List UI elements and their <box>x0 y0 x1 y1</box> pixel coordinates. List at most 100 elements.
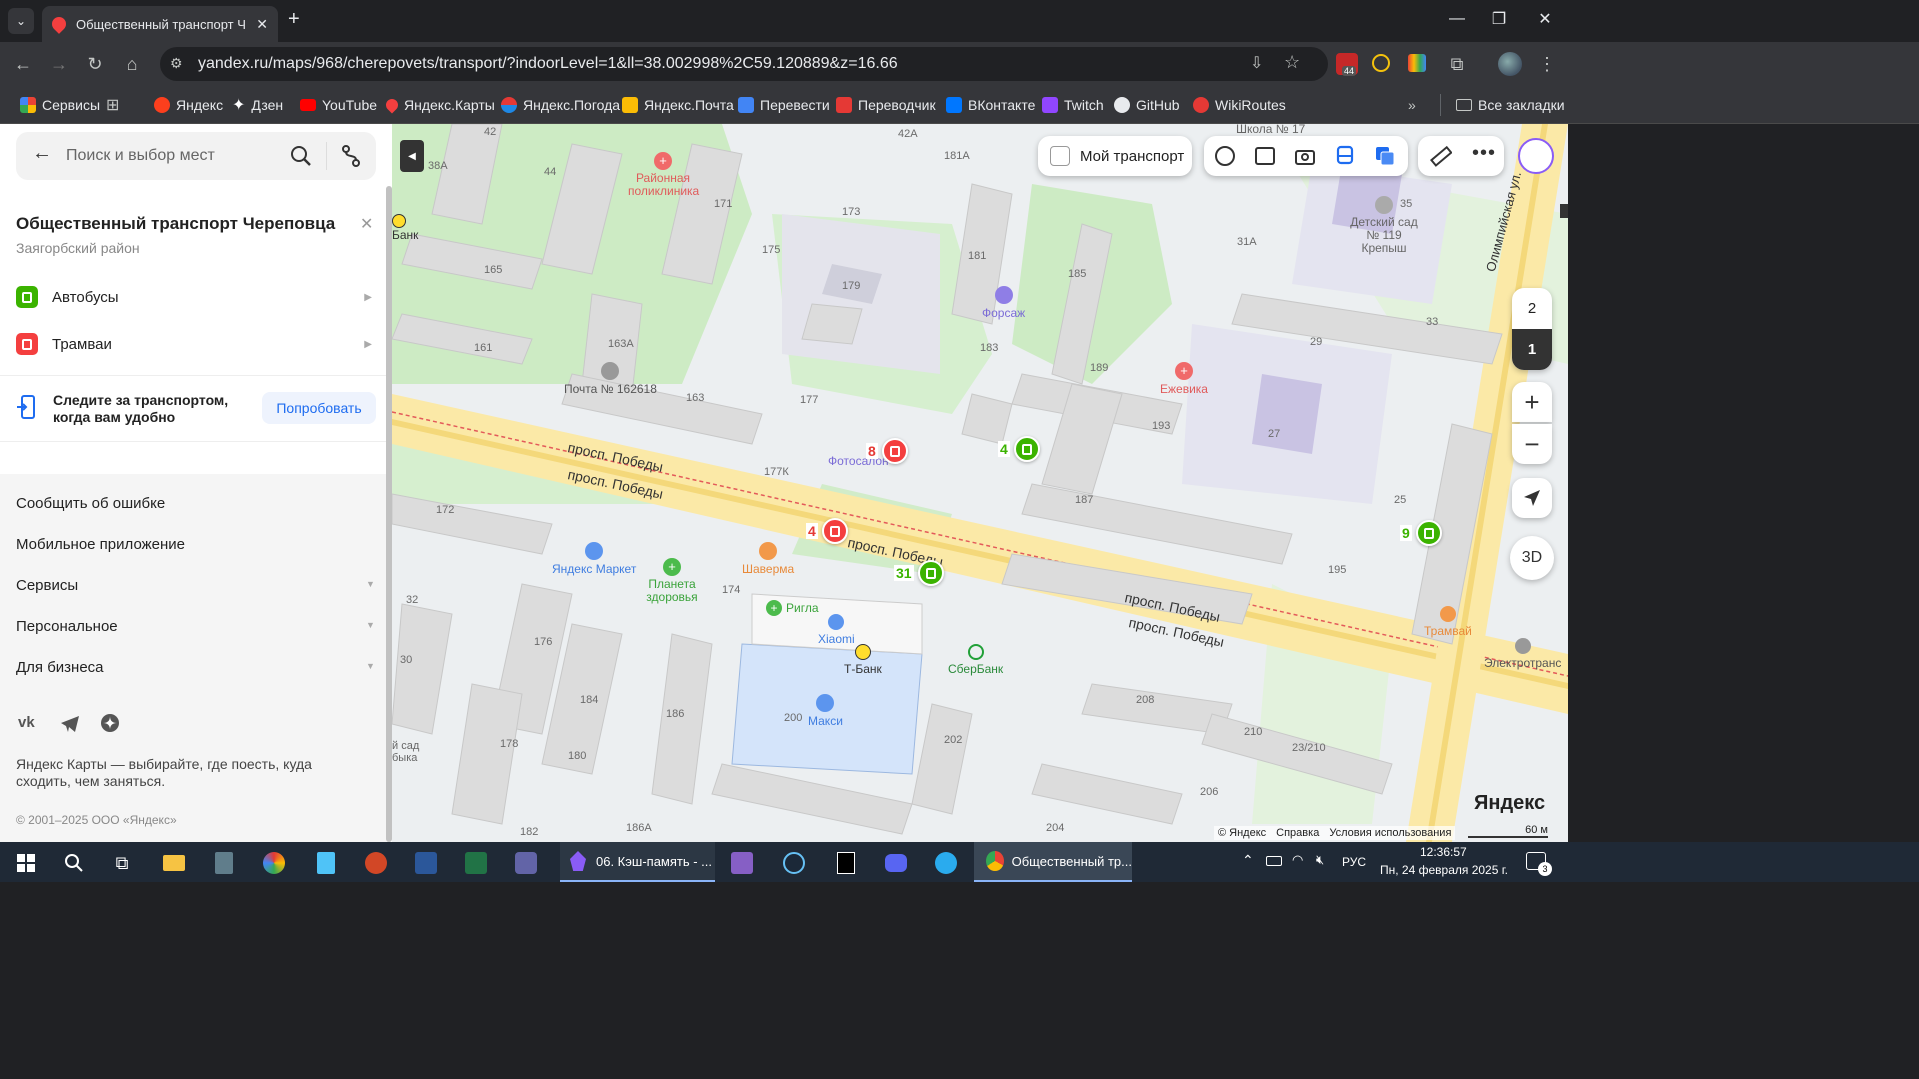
zoom-in-button[interactable]: + <box>1512 382 1552 422</box>
clock-time[interactable]: 12:36:57 <box>1420 845 1467 859</box>
rigla-poi[interactable]: + Ригла <box>766 600 819 616</box>
tram-stop-marker[interactable]: 4 <box>806 518 848 544</box>
language-indicator[interactable]: РУС <box>1342 855 1366 869</box>
tbank-poi[interactable]: Т-Банк <box>844 644 882 676</box>
camera-icon[interactable] <box>1294 145 1316 167</box>
extensions-puzzle-icon[interactable]: ⧉ <box>1442 49 1472 79</box>
layer-scheme-icon[interactable] <box>1214 145 1236 167</box>
sberbank-poi[interactable]: СберБанк <box>948 644 1003 676</box>
bookmark-github[interactable]: GitHub <box>1114 95 1180 115</box>
word-icon[interactable] <box>406 846 446 880</box>
bookmarks-overflow-icon[interactable]: » <box>1408 95 1416 115</box>
dzen-social-icon[interactable] <box>100 713 120 733</box>
bookmark-twitch[interactable]: Twitch <box>1042 95 1104 115</box>
forsazh-poi[interactable]: Форсаж <box>982 286 1025 320</box>
bank-left-poi[interactable]: Банк <box>392 214 418 242</box>
wifi-icon[interactable]: ◠ <box>1292 852 1303 868</box>
maxi-poi[interactable]: Макси <box>808 694 843 728</box>
bus-stop-marker[interactable]: 9 <box>1400 520 1442 546</box>
my-transport-toggle[interactable]: Мой транспорт <box>1038 136 1192 176</box>
business-link[interactable]: Для бизнеса <box>16 659 104 676</box>
floor-1-button[interactable]: 1 <box>1512 329 1552 370</box>
kindergarten-left-poi[interactable]: й сад быка <box>392 740 420 764</box>
back-arrow-icon[interactable]: ← <box>32 142 52 165</box>
epic-games-icon[interactable] <box>826 846 866 880</box>
bookmark-star-icon[interactable]: ☆ <box>1284 52 1300 73</box>
bookmark-translate[interactable]: Перевести <box>738 95 830 115</box>
browser-menu-icon[interactable]: ⋮ <box>1532 49 1562 79</box>
try-button[interactable]: Попробовать <box>262 392 376 424</box>
maximize-button[interactable]: ❐ <box>1474 0 1524 38</box>
teams-icon[interactable] <box>506 846 546 880</box>
steam-icon[interactable] <box>774 846 814 880</box>
more-icon[interactable]: ••• <box>1472 142 1496 165</box>
bookmark-grid[interactable]: ⊞ <box>106 95 119 115</box>
clinic-poi[interactable]: + Районная поликлиника <box>628 152 699 198</box>
bookmark-translator[interactable]: Переводчик <box>836 95 936 115</box>
paint-icon[interactable] <box>254 846 294 880</box>
transport-layer-icon[interactable] <box>1334 145 1356 167</box>
floor-2-button[interactable]: 2 <box>1512 288 1552 329</box>
tram-stop-marker[interactable]: 8 <box>866 438 908 464</box>
site-info-icon[interactable]: ⚙ <box>170 55 183 72</box>
address-bar[interactable]: ⚙ yandex.ru/maps/968/cherepovets/transpo… <box>160 47 1328 81</box>
transport-buses-row[interactable]: Автобусы ▶ <box>0 284 388 310</box>
tray-chevron-icon[interactable]: ⌃ <box>1242 852 1254 869</box>
mobile-app-link[interactable]: Мобильное приложение <box>16 536 185 553</box>
bus-stop-marker[interactable]: 31 <box>894 560 944 586</box>
route-icon[interactable] <box>340 144 362 168</box>
search-taskbar-button[interactable] <box>54 846 94 880</box>
xiaomi-poi[interactable]: Xiaomi <box>818 614 855 646</box>
zoom-out-button[interactable]: − <box>1512 424 1552 464</box>
profile-avatar[interactable] <box>1498 52 1522 76</box>
notepad-icon[interactable] <box>306 846 346 880</box>
calculator-icon[interactable] <box>204 846 244 880</box>
tab-search-button[interactable]: ⌄ <box>8 8 34 34</box>
terms-link[interactable]: Условия использования <box>1329 827 1451 839</box>
battery-icon[interactable] <box>1266 856 1282 866</box>
personal-link[interactable]: Персональное <box>16 618 118 635</box>
shaverma-poi[interactable]: Шаверма <box>742 542 794 576</box>
yandex-market-poi[interactable]: Яндекс Маркет <box>552 542 636 576</box>
search-box[interactable]: ← Поиск и выбор мест <box>16 132 376 180</box>
browser-tab-active[interactable]: Общественный транспорт Чер ✕ <box>42 6 278 42</box>
forward-icon[interactable]: → <box>44 49 74 79</box>
ruler-icon[interactable] <box>1430 145 1452 167</box>
collapse-panel-button[interactable]: ◀ <box>400 140 424 172</box>
geolocation-button[interactable] <box>1512 478 1552 518</box>
search-icon[interactable] <box>290 145 312 167</box>
new-tab-button[interactable]: + <box>288 8 300 31</box>
map-canvas[interactable]: просп. Победы просп. Победы просп. Побед… <box>392 124 1568 842</box>
panel-close-icon[interactable]: ✕ <box>360 214 373 234</box>
install-app-icon[interactable]: ⇩ <box>1250 53 1263 73</box>
telegram-icon[interactable] <box>60 715 80 733</box>
report-error-link[interactable]: Сообщить об ошибке <box>16 495 165 512</box>
home-icon[interactable]: ⌂ <box>117 49 147 79</box>
bookmark-vkontakte[interactable]: ВКонтакте <box>946 95 1035 115</box>
task-view-icon[interactable]: ⧉ <box>102 846 142 880</box>
excel-icon[interactable] <box>456 846 496 880</box>
bus-stop-marker[interactable]: 4 <box>998 436 1040 462</box>
taskbar-app-chrome[interactable]: Общественный тр... <box>974 842 1132 882</box>
bookmark-yandex-maps[interactable]: Яндекс.Карты <box>383 95 495 115</box>
layer-panorama-icon[interactable] <box>1254 145 1276 167</box>
all-bookmarks[interactable]: Все закладки <box>1456 95 1565 115</box>
reload-icon[interactable]: ↻ <box>80 49 110 79</box>
clock-date[interactable]: Пн, 24 февраля 2025 г. <box>1380 863 1508 877</box>
back-icon[interactable]: ← <box>8 49 38 79</box>
checkbox-icon[interactable] <box>1050 146 1070 166</box>
extension-color-icon[interactable] <box>1408 54 1426 72</box>
search-input[interactable]: Поиск и выбор мест <box>66 147 215 165</box>
tramvai-poi[interactable]: Трамвай <box>1424 606 1472 638</box>
volume-icon[interactable]: 🔇︎ <box>1316 852 1324 868</box>
scroll-arrow-icon[interactable] <box>1560 204 1568 218</box>
copyright-link[interactable]: © Яндекс <box>1218 827 1266 839</box>
bookmark-yandex[interactable]: Яндекс <box>154 95 223 115</box>
bookmark-dzen[interactable]: ✦ Дзен <box>232 95 283 115</box>
file-explorer-icon[interactable] <box>154 846 194 880</box>
vk-social-icon[interactable]: vk <box>18 714 35 731</box>
powerpoint-icon[interactable] <box>356 846 396 880</box>
discord-icon[interactable] <box>876 846 916 880</box>
layers-icon[interactable] <box>1374 145 1396 167</box>
bookmark-wikiroutes[interactable]: WikiRoutes <box>1193 95 1286 115</box>
